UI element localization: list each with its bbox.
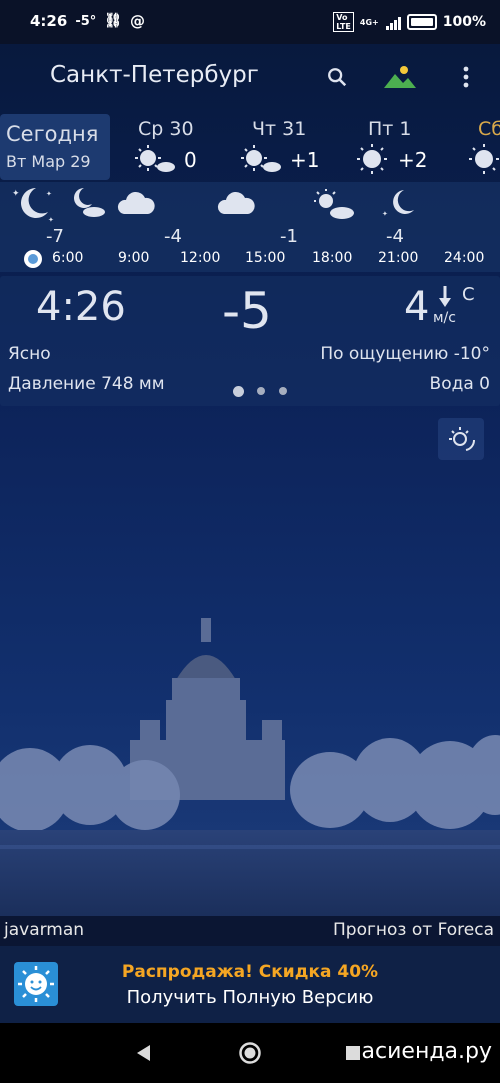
system-nav-bar: асиенда.ру [0,1023,500,1083]
sun-cloud-icon [135,145,175,172]
volte-icon: Vo LTE [333,12,354,32]
day-name: Сегодня [6,122,99,146]
hour-label: 9:00 [118,250,150,266]
sun-cloud-icon [241,145,281,172]
page-dot [279,387,287,395]
search-icon[interactable] [322,62,352,92]
tab-day-31[interactable]: Чт 31 +1 [241,114,322,180]
city-title[interactable]: Санкт-Петербург [50,62,259,88]
day-name: Чт 31 [252,118,307,140]
day-name: Пт 1 [368,118,412,140]
page-dot-active [233,386,244,397]
feels-like: По ощущению -10° [320,344,490,364]
signal-icon [385,14,401,30]
moon-stars-icon: ✦ ✦ ✦ [12,188,54,224]
status-time: 4:26 [30,12,68,30]
battery-level: 100% [442,14,486,30]
hour-label: 21:00 [378,250,419,266]
day-temp: +1 [290,148,320,172]
hour-label: 18:00 [312,250,353,266]
landscape-icon[interactable] [380,62,420,92]
promo-title: Распродажа! Скидка 40% [121,962,379,982]
wind-arrow-icon [439,286,451,307]
condition: Ясно [8,344,51,364]
battery-icon [406,14,437,30]
promo-subtitle: Получить Полную Версию [126,987,374,1008]
day-tabs: Сегодня Вт Мар 29 Ср 30 0 Чт 31 +1 Пт 1 … [0,114,500,180]
sun-cloud-icon [314,189,354,219]
wind-direction: С [462,284,475,305]
cloud-icon [117,191,155,214]
hour-temp: -4 [164,226,182,247]
more-options-icon[interactable] [451,62,481,92]
pressure: Давление 748 мм [8,374,165,394]
water-temp: Вода 0 [429,374,490,394]
page-dot [257,387,265,395]
photo-author[interactable]: javarman [4,920,84,940]
app-bar: Санкт-Петербург [0,44,500,114]
theme-toggle-button[interactable] [438,418,484,460]
sun-moon-icon [449,427,476,451]
tab-today[interactable]: Сегодня Вт Мар 29 [0,114,110,180]
network-type: 4G+ [359,17,379,27]
day-name: Ср 30 [138,118,194,140]
day-temp: 0 [184,148,197,172]
hour-temp: -7 [46,226,64,247]
at-icon: @ [130,12,146,30]
svg-text:✦: ✦ [46,190,52,198]
sun-icon [469,144,499,174]
home-icon[interactable] [238,1041,262,1065]
forecast-source[interactable]: Прогноз от Foreca [333,920,494,940]
day-date: Вт Мар 29 [6,152,91,171]
hour-temp: -1 [280,226,298,247]
wind-speed: 4 [404,284,430,330]
hour-temp: -4 [386,226,404,247]
tab-day-30[interactable]: Ср 30 0 [135,114,208,180]
moon-cloud-icon [74,188,105,217]
cloud-icon [217,191,255,214]
attribution-bar: javarman Прогноз от Foreca [0,916,500,946]
hour-label: 12:00 [180,250,221,266]
status-bar: 4:26 -5° ⛓ @ Vo LTE 4G+ 100% [0,0,500,44]
tab-day-sat[interactable]: Сб [466,114,500,180]
day-name: Сб [478,118,500,140]
recents-icon[interactable] [345,1045,361,1061]
moon-stars-icon: ✦ [382,190,414,218]
current-time: 4:26 [36,284,126,330]
back-icon[interactable] [136,1044,152,1062]
sun-icon [357,144,387,174]
svg-text:✦: ✦ [12,189,20,199]
link-icon: ⛓ [104,13,123,29]
upgrade-banner[interactable]: Распродажа! Скидка 40% Получить Полную В… [0,946,500,1023]
wind-unit: м/с [433,310,456,326]
cathedral-scene [0,618,500,920]
hour-label: 15:00 [245,250,286,266]
current-temp: -5 [222,282,272,340]
hour-label: 24:00 [444,250,485,266]
hour-label: 6:00 [52,250,84,266]
day-temp: +2 [398,148,428,172]
svg-text:✦: ✦ [48,216,54,224]
hourly-forecast[interactable]: ✦ ✦ ✦ ✦ -7 -4 -1 -4 6:00 9:00 12:00 15:00 … [0,182,500,272]
watermark: асиенда.ру [361,1039,492,1064]
current-conditions[interactable]: 4:26 -5 4 С м/с Ясно По ощущению -10° Да… [0,276,500,406]
status-temp: -5° [75,13,97,29]
svg-text:✦: ✦ [382,210,388,218]
tab-day-1[interactable]: Пт 1 +2 [356,114,436,180]
